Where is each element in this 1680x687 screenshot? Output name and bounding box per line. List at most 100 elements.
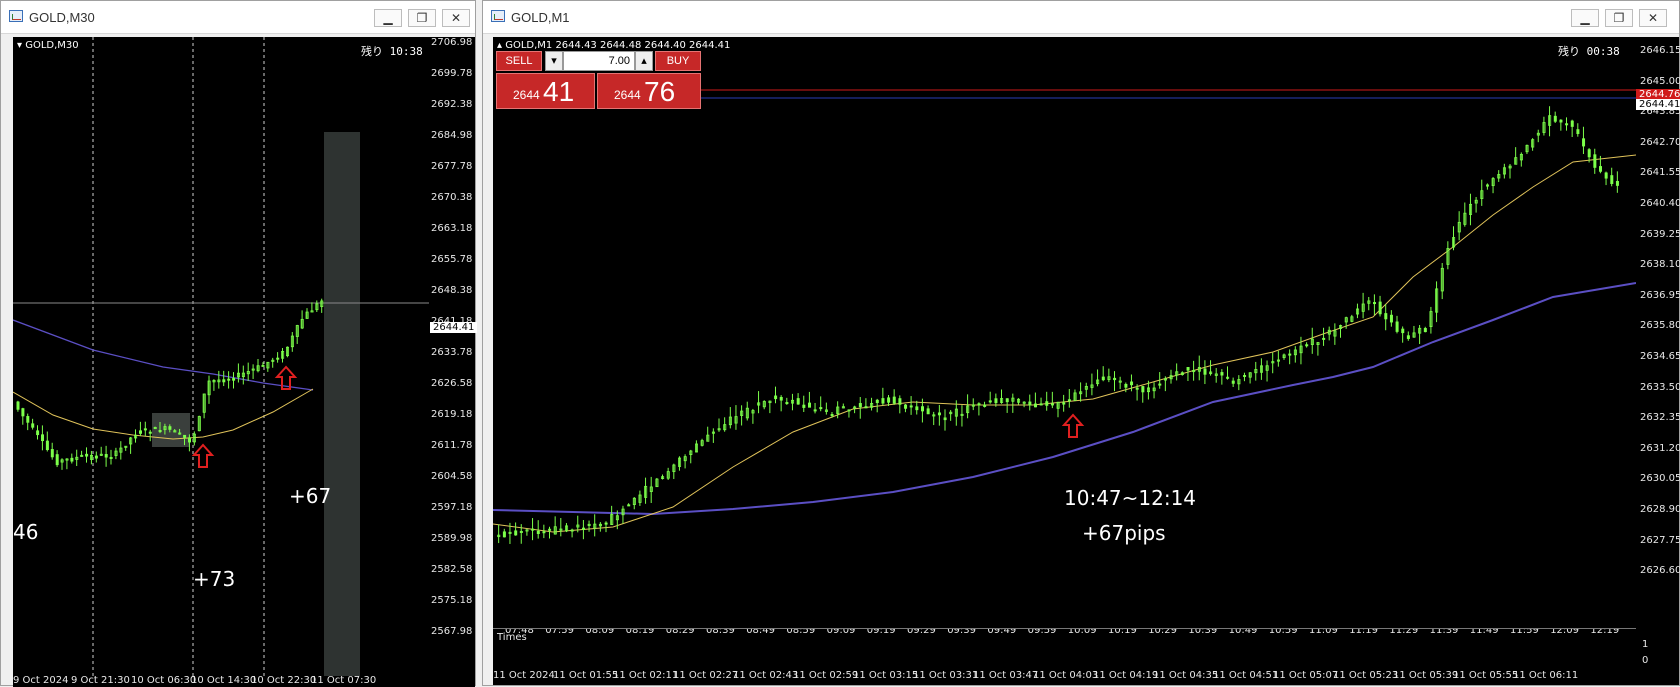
time-axis-label: 11 Oct 03:15 [853,670,919,681]
subwindow-time-label: 09:09 [826,628,856,636]
close-button[interactable]: ✕ [1639,9,1667,27]
price-axis-m1[interactable]: 2646.15 2645.00 2643.85 2642.70 2641.55 2640.… [1636,37,1680,666]
candle-body [937,412,941,416]
candle-body [920,406,924,412]
price-axis-label: 2699.78 [431,68,473,79]
candle-body [1553,115,1557,122]
lot-decrease-button[interactable]: ▾ [545,51,563,71]
restore-button[interactable]: ❐ [1605,9,1633,27]
time-axis-label: 10 Oct 22:30 [251,675,317,686]
subwindow-time-label: 08:39 [706,628,735,636]
minimize-button[interactable]: ▁ [1571,9,1599,27]
candle-body [582,527,586,530]
bid-price-tag: 2644.41 [1636,99,1680,110]
candle-body [1158,383,1162,386]
candle-body [1067,399,1071,402]
sell-price-button[interactable]: 2644 41 [496,73,595,109]
candle-body [887,397,891,403]
candle-body [830,414,834,417]
entry-arrow-up-icon [1061,413,1085,438]
price-axis-label: 2633.50 [1640,381,1680,393]
window-titlebar[interactable]: GOLD,M30 ▁ ❐ ✕ [1,1,475,34]
time-axis-m1[interactable]: 11 Oct 2024 11 Oct 01:55 11 Oct 02:11 11 Oc… [493,666,1679,685]
candle-body [183,434,187,438]
candle-body [227,378,231,381]
candle-body [875,399,879,404]
price-axis-m30[interactable]: 2706.98 2699.78 2692.38 2684.98 2677.78 2670.… [429,37,478,676]
annotation-left-edge: 46 [13,520,39,544]
candle-body [1373,302,1377,305]
candle-body [148,431,152,434]
subwindow-time-label: 09:39 [947,628,977,636]
moving-average-slow [13,319,314,391]
buy-price-prefix: 2644 [614,88,641,102]
window-titlebar[interactable]: GOLD,M1 ▁ ❐ ✕ [483,1,1679,34]
candle-body [1034,403,1038,408]
candle-body [40,434,44,442]
minimize-button[interactable]: ▁ [374,9,402,27]
time-axis-label: 11 Oct 04:03 [1033,670,1099,681]
subwindow-time-label: 08:29 [665,628,695,636]
price-axis-label: 2630.05 [1640,473,1680,485]
candle-body [1135,387,1139,390]
subwindow-time-label: 11:29 [1389,628,1419,636]
candle-body [1322,337,1326,340]
time-axis-m30[interactable]: 9 Oct 2024 9 Oct 21:30 10 Oct 06:30 10 Oct … [13,675,475,687]
candle-body [1593,154,1597,168]
chart-window-gold-m1[interactable]: GOLD,M1 ▁ ❐ ✕ ▴ GOLD,M1 2644.43 2644.48 … [482,0,1680,686]
subwindow-time-label: 11:19 [1349,628,1379,636]
chart-canvas-m1[interactable]: ▴ GOLD,M1 2644.43 2644.48 2644.40 2644.4… [493,37,1636,628]
candle-body [158,430,162,433]
window-title: GOLD,M30 [29,10,95,25]
sell-price-digits: 41 [543,76,575,107]
indicator-subwindow[interactable]: 07:48 07:59 08:09 08:19 08:29 08:39 08:49 08:59… [493,628,1636,666]
price-axis-label: 2626.60 [1640,565,1680,577]
candle-body [988,400,992,403]
candle-body [94,455,98,459]
lot-size-input[interactable]: 7.00 [563,51,635,71]
subwindow-time-label: 10:19 [1108,628,1137,636]
time-axis-label: 11 Oct 02:11 [613,670,679,681]
chart-window-gold-m30[interactable]: GOLD,M30 ▁ ❐ ✕ ▾ GOLD,M30 残り 10:38 46 +7… [0,0,478,687]
annotation-plus-73: +73 [193,567,236,591]
m1-chart-svg [493,89,1636,544]
candle-body [1050,403,1054,406]
time-axis-label: 11 Oct 05:23 [1333,670,1399,681]
price-axis-label: 2634.65 [1640,351,1680,362]
m1-candles [497,106,1619,544]
lot-increase-button[interactable]: ▴ [635,51,653,71]
candle-body [85,453,89,457]
candle-body [796,398,800,405]
chart-canvas-m30[interactable]: ▾ GOLD,M30 残り 10:38 46 +73 +67 [13,37,429,676]
buy-price-digits: 76 [644,76,676,107]
restore-button[interactable]: ❐ [408,9,436,27]
candle-body [139,430,143,434]
subwindow-time-label: 09:49 [987,628,1017,636]
price-axis-label: 2638.10 [1640,259,1680,271]
candle-body [1565,123,1569,126]
price-axis-label: 2663.18 [431,223,473,234]
candle-body [168,426,172,430]
buy-price-button[interactable]: 2644 76 [597,73,701,109]
candle-body [1384,313,1388,320]
time-axis-label: 11 Oct 04:35 [1153,670,1219,681]
price-axis-label: 2655.78 [431,254,473,265]
candle-body [45,440,49,451]
close-button[interactable]: ✕ [442,9,470,27]
candle-body [1220,372,1224,376]
candle-body [1576,129,1580,134]
candle-body [222,379,226,383]
price-axis-label: 2619.18 [431,409,473,420]
price-axis-label: 2633.78 [431,347,473,358]
entry-arrow-up-icon [191,443,215,468]
sub-axis-max: 1 [1642,639,1649,650]
candle-body [1124,383,1128,388]
candle-body [813,409,817,412]
price-axis-label: 2636.95 [1640,289,1680,301]
buy-button[interactable]: BUY [655,51,701,71]
time-axis-label: 10 Oct 06:30 [131,675,197,686]
candle-body [1288,353,1292,356]
candle-body [1610,175,1614,184]
subwindow-time-label: 10:09 [1067,628,1097,636]
sell-button[interactable]: SELL [496,51,542,71]
